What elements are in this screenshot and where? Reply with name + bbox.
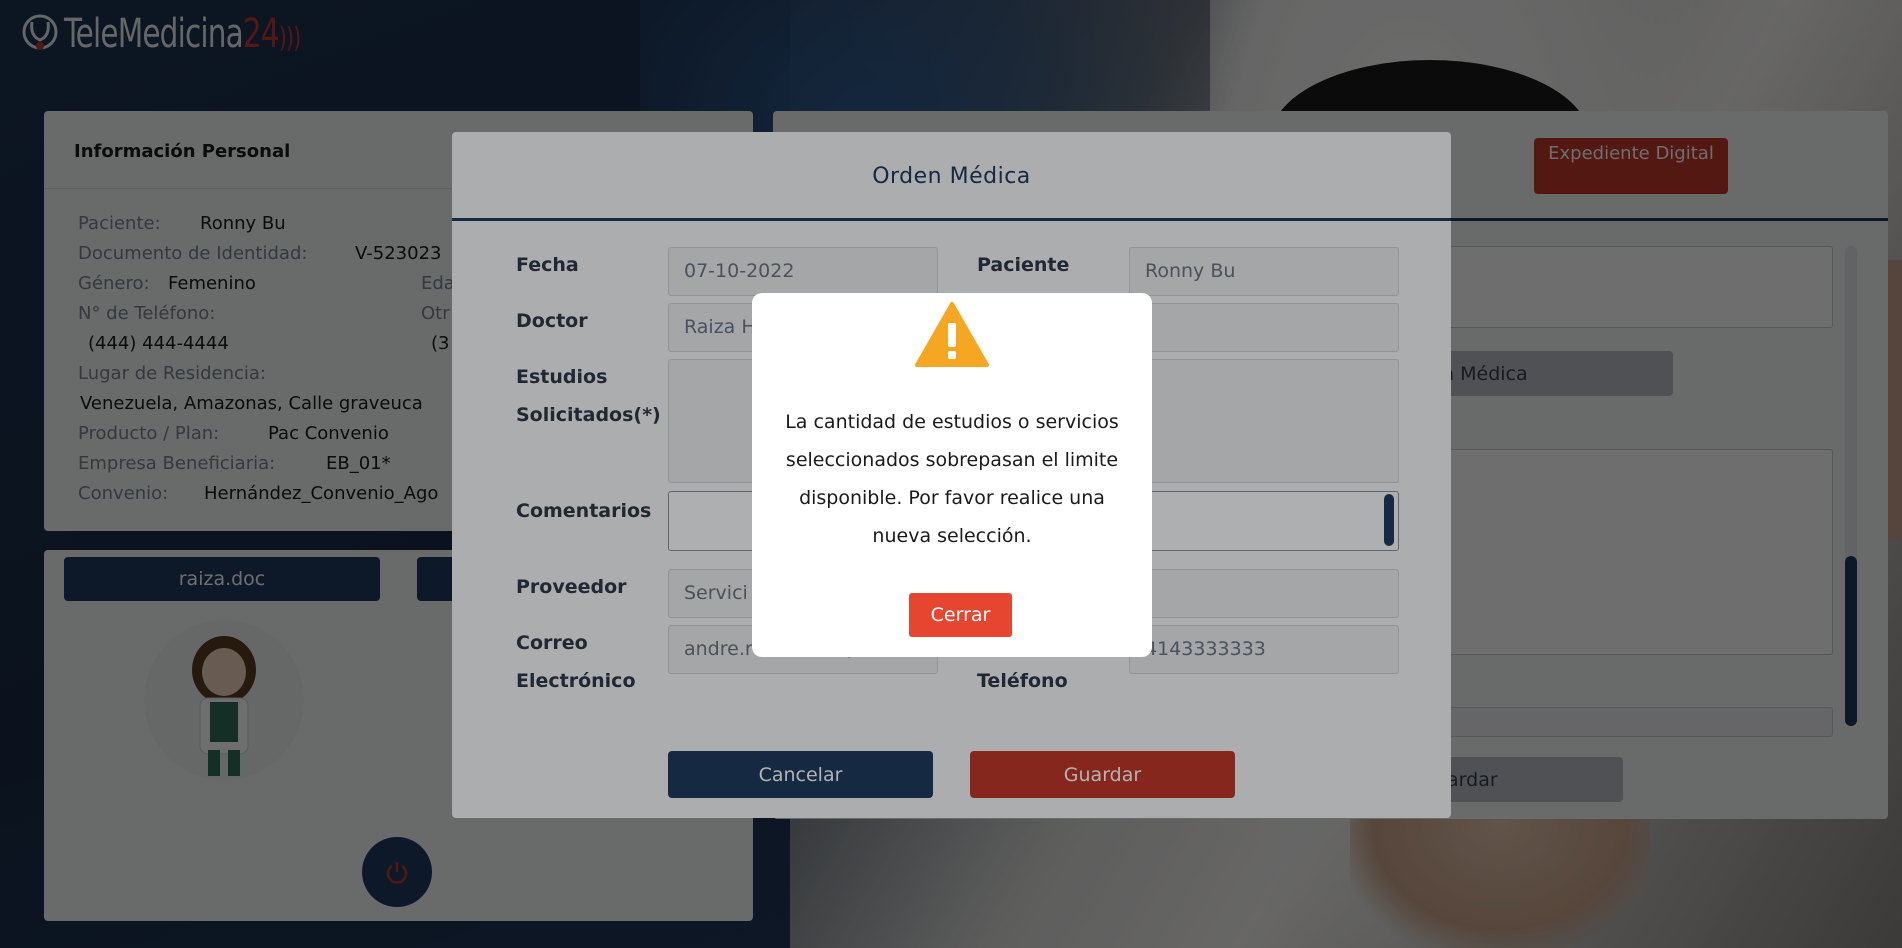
close-button[interactable]: Cerrar	[909, 593, 1012, 637]
warning-icon	[915, 302, 989, 367]
limit-alert-dialog: La cantidad de estudios o servicios sele…	[752, 293, 1152, 657]
alert-message: La cantidad de estudios o servicios sele…	[785, 411, 1119, 547]
